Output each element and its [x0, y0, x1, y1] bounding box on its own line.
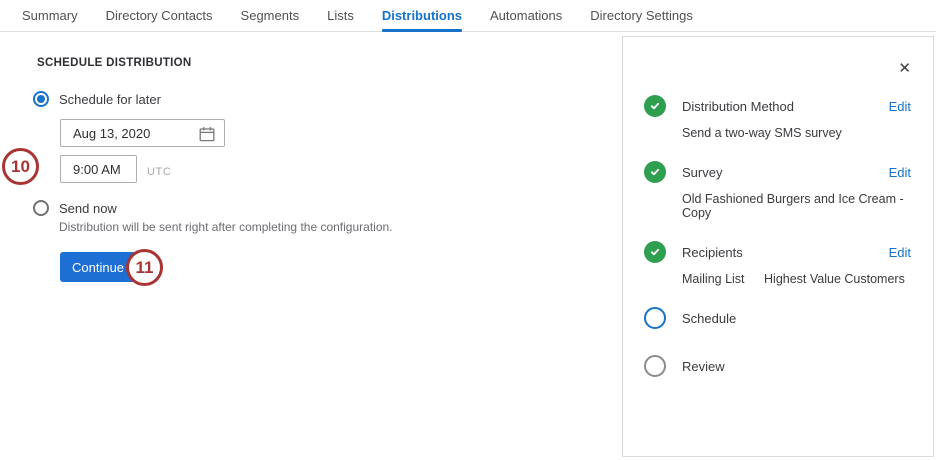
recipients-list-type: Mailing List — [682, 272, 745, 286]
annotation-circle-10: 10 — [2, 148, 39, 185]
setup-steps-list: Distribution Method Edit Send a two-way … — [644, 95, 911, 377]
annotation-circle-11: 11 — [126, 249, 163, 286]
edit-distribution-method-link[interactable]: Edit — [889, 99, 911, 114]
edit-recipients-link[interactable]: Edit — [889, 245, 911, 260]
continue-button[interactable]: Continue — [60, 252, 136, 282]
timezone-label: UTC — [147, 166, 171, 178]
check-circle-icon — [644, 95, 666, 117]
step-label: Review — [682, 359, 725, 374]
step-review: Review — [644, 355, 911, 377]
time-field — [60, 155, 137, 183]
step-label: Survey — [682, 165, 722, 180]
date-field — [60, 119, 225, 147]
recipients-list-name: Highest Value Customers — [764, 272, 905, 286]
step-label: Schedule — [682, 311, 736, 326]
tab-summary[interactable]: Summary — [22, 0, 78, 31]
check-circle-icon — [644, 241, 666, 263]
schedule-for-later-radio[interactable] — [33, 91, 49, 107]
step-distribution-method: Distribution Method Edit — [644, 95, 911, 117]
time-input[interactable] — [61, 162, 136, 177]
section-heading: SCHEDULE DISTRIBUTION — [37, 57, 192, 69]
current-step-circle-icon — [644, 307, 666, 329]
distribution-setup-panel: ✕ Distribution Method Edit Send a two-wa… — [622, 36, 934, 457]
step-recipients: Recipients Edit — [644, 241, 911, 263]
step-schedule: Schedule — [644, 307, 911, 329]
edit-survey-link[interactable]: Edit — [889, 165, 911, 180]
tab-directory-settings[interactable]: Directory Settings — [590, 0, 693, 31]
tab-distributions[interactable]: Distributions — [382, 0, 462, 31]
send-now-label[interactable]: Send now — [59, 201, 117, 216]
schedule-for-later-label[interactable]: Schedule for later — [59, 92, 161, 107]
upcoming-step-circle-icon — [644, 355, 666, 377]
schedule-for-later-option[interactable]: Schedule for later — [33, 91, 161, 107]
check-circle-icon — [644, 161, 666, 183]
step-detail: Old Fashioned Burgers and Ice Cream - Co… — [682, 192, 911, 220]
directory-distributions-window: Summary Directory Contacts Segments List… — [0, 0, 936, 460]
step-survey: Survey Edit — [644, 161, 911, 183]
tab-directory-contacts[interactable]: Directory Contacts — [106, 0, 213, 31]
step-label: Recipients — [682, 245, 743, 260]
tab-lists[interactable]: Lists — [327, 0, 354, 31]
send-now-description: Distribution will be sent right after co… — [59, 220, 393, 234]
step-detail: Mailing List Highest Value Customers — [682, 272, 911, 286]
send-now-option[interactable]: Send now — [33, 200, 117, 216]
close-icon[interactable]: ✕ — [896, 59, 913, 78]
send-now-radio[interactable] — [33, 200, 49, 216]
step-label: Distribution Method — [682, 99, 794, 114]
calendar-icon[interactable] — [199, 126, 215, 142]
tab-segments[interactable]: Segments — [241, 0, 300, 31]
directory-tab-bar: Summary Directory Contacts Segments List… — [0, 0, 936, 32]
tab-automations[interactable]: Automations — [490, 0, 562, 31]
schedule-distribution-section: SCHEDULE DISTRIBUTION Schedule for later… — [0, 31, 622, 460]
step-detail: Send a two-way SMS survey — [682, 126, 911, 140]
